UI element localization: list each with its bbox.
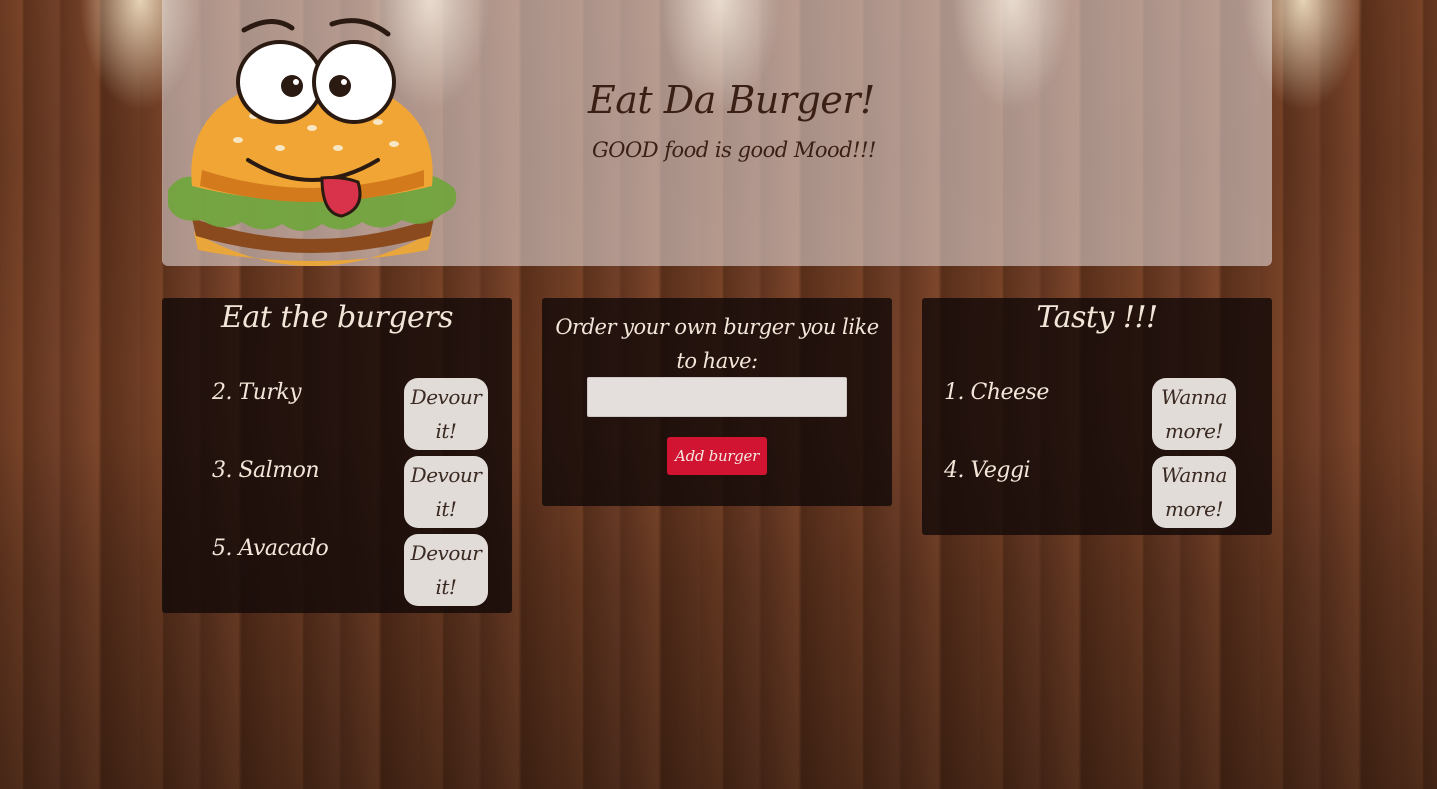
burger-name: 3. Salmon — [212, 458, 319, 483]
devour-button[interactable]: Devour it! — [404, 534, 488, 606]
devoured-burgers-panel: Tasty !!! 1. Cheese Wanna more! 4. Veggi… — [922, 298, 1272, 535]
header-banner: Eat Da Burger! GOOD food is good Mood!!! — [162, 0, 1272, 266]
list-item: 4. Veggi Wanna more! — [922, 456, 1272, 530]
devour-button[interactable]: Devour it! — [404, 456, 488, 528]
wanna-more-button[interactable]: Wanna more! — [1152, 378, 1236, 450]
list-item: 1. Cheese Wanna more! — [922, 378, 1272, 452]
burger-mascot-icon — [168, 18, 457, 266]
uneaten-burgers-heading: Eat the burgers — [220, 300, 454, 335]
page-subtitle: GOOD food is good Mood!!! — [592, 138, 876, 162]
wanna-more-button[interactable]: Wanna more! — [1152, 456, 1236, 528]
burger-name-input[interactable] — [587, 377, 847, 417]
list-item: 2. Turky Devour it! — [162, 378, 512, 452]
burger-name: 2. Turky — [212, 380, 302, 405]
order-panel: Order your own burger you like to have: … — [542, 298, 892, 506]
burger-name: 4. Veggi — [944, 458, 1031, 483]
burger-name: 5. Avacado — [212, 536, 329, 561]
order-label: Order your own burger you like to have: — [555, 315, 879, 373]
list-item: 5. Avacado Devour it! — [162, 534, 512, 608]
devoured-burgers-heading: Tasty !!! — [1036, 300, 1158, 335]
devour-button[interactable]: Devour it! — [404, 378, 488, 450]
burger-name: 1. Cheese — [944, 380, 1049, 405]
page-title: Eat Da Burger! — [588, 78, 875, 122]
list-item: 3. Salmon Devour it! — [162, 456, 512, 530]
uneaten-burgers-panel: Eat the burgers 2. Turky Devour it! 3. S… — [162, 298, 512, 613]
add-burger-button[interactable]: Add burger — [667, 437, 767, 475]
